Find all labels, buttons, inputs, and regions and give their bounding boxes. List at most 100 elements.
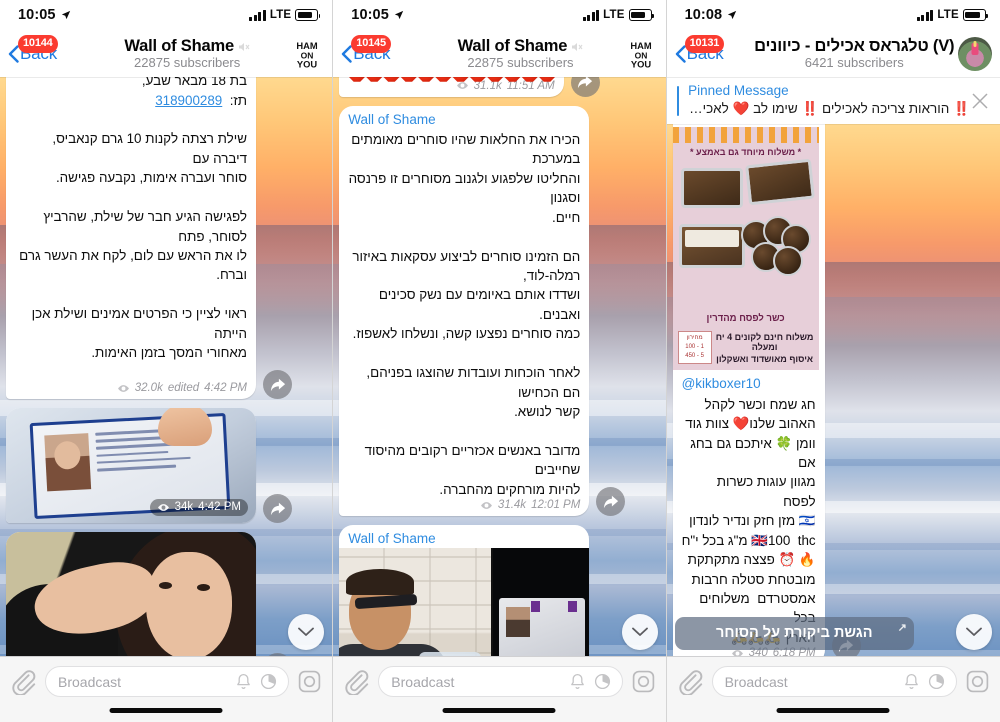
chevron-left-icon [675,44,686,63]
auto-delete-timer-icon[interactable] [927,672,946,691]
photo-text-message-bubble[interactable]: טלגראס אכילים - כיוונים... Good Women [672,50,825,665]
nav-title-group[interactable]: Wall of Shame 22875 subscribers [417,37,623,70]
status-time-group: 10:05 [18,7,71,23]
flyer-shipping: משלוח חינם לקונים 4 יח ומעלה איסוף מאושד… [715,331,814,364]
chat-avatar[interactable]: HAM ON YOU [623,36,658,71]
message-meta: 31.4k 12:01 PM [339,499,589,516]
back-button[interactable]: Back 10144 [6,34,84,64]
eye-icon [480,501,492,509]
message-time: 4:42 PM [204,382,247,395]
auto-delete-timer-icon[interactable] [259,672,278,691]
status-indicators: LTE [249,9,321,21]
message-list-2[interactable]: December 17 Wall of Shame 31.1k 11:51 AM [333,0,665,722]
forward-button[interactable] [263,494,292,524]
flyer-price-box: מחירון 1 - 100 5 - 450 [677,331,712,365]
battery-icon [628,9,654,21]
location-arrow-icon [728,10,737,20]
home-indicator [442,708,556,713]
camera-icon[interactable] [297,669,322,694]
edited-label: edited [167,382,200,395]
status-time: 10:08 [684,7,723,23]
camera-icon[interactable] [631,669,656,694]
scroll-to-bottom-button[interactable] [621,614,658,650]
auto-delete-timer-icon[interactable] [593,672,612,691]
network-label: LTE [937,9,959,21]
chat-avatar[interactable] [957,36,992,71]
forward-button[interactable] [596,487,626,517]
scroll-to-bottom-button[interactable] [955,614,992,650]
composer-bar [0,656,333,722]
bell-icon[interactable] [234,672,253,691]
paperclip-icon[interactable] [343,668,370,695]
back-button[interactable]: Back 10131 [673,34,751,64]
broadcast-input-wrap[interactable] [378,666,623,697]
bell-icon[interactable] [902,672,921,691]
message-sender: Wall of Shame [348,531,436,547]
home-indicator [109,708,223,713]
close-icon[interactable] [970,91,990,111]
chevron-left-icon [8,44,19,63]
status-time-group: 10:08 [685,7,738,23]
submit-seller-review-button[interactable]: ↗ הגשת ביקורת על הסוחר [674,617,914,650]
back-button[interactable]: Back 10145 [339,34,417,64]
broadcast-input-wrap[interactable] [711,666,957,697]
status-bar: 10:05 LTE [0,0,333,30]
shame-on-you-logo-icon: HAM ON YOU [297,40,318,69]
pinned-text: ‼️ הוראות צריכה לאכילים ‼️ שימו לב ❤️ לא… [688,101,970,117]
broadcast-input[interactable] [391,673,562,690]
muted-icon [572,42,583,51]
muted-icon [238,42,250,51]
home-indicator [776,708,890,713]
photo-meta: 34k 4:42 PM [149,499,248,517]
message-sender: Wall of Shame [348,111,436,127]
photo-message-bubble[interactable]: 34k 4:42 PM [6,408,256,524]
composer-bar [333,656,666,722]
unread-badge: 10144 [18,34,58,53]
eye-icon [456,82,468,90]
location-arrow-icon [394,10,404,20]
nav-bar: Back 10131 טלגראס אכילים - כיוונים (V) 6… [666,30,1000,77]
id-number-link[interactable]: 318900289 [155,93,222,108]
message-handle[interactable]: @kikboxer10 [673,370,825,393]
message-row: Wall of Shame הכירו את החלאות שהיו סוחרי… [333,105,665,517]
chevron-down-icon [965,627,982,636]
bell-icon[interactable] [568,672,587,691]
location-arrow-icon [61,10,70,20]
message-meta: 31.1k 11:51 AM [339,80,563,97]
pinned-body: Pinned Message ‼️ הוראות צריכה לאכילים ‼… [679,83,970,117]
paperclip-icon[interactable] [677,668,704,695]
forward-button[interactable] [263,370,292,400]
chevron-down-icon [298,627,315,636]
battery-icon [962,9,989,21]
flyer-divider [672,127,819,144]
subscriber-count: 22875 subscribers [467,55,574,70]
nav-title-group[interactable]: Wall of Shame 22875 subscribers [84,37,290,70]
paperclip-icon[interactable] [10,668,37,695]
nav-title-group[interactable]: טלגראס אכילים - כיוונים (V) 6421 subscri… [751,37,958,70]
chat-avatar[interactable]: HAM ON YOU [290,36,325,71]
forward-icon [603,495,618,508]
broadcast-input[interactable] [724,673,896,690]
message-time: 4:42 PM [198,501,241,514]
broadcast-input-wrap[interactable] [45,666,290,697]
svg-text:ON: ON [301,50,314,60]
chevron-down-icon [631,627,648,636]
nav-bar: Back 10144 Wall of Shame 22875 subscribe… [0,30,333,77]
composer-bar [666,656,1000,722]
view-count: 34k [174,501,194,514]
camera-icon[interactable] [965,669,990,694]
broadcast-input[interactable] [58,673,229,690]
message-list-1[interactable]: Wall of Shame הכירו את שילת (חנית) טוויל… [0,0,332,722]
shame-on-you-logo-icon: HAM ON YOU [630,40,651,69]
message-text: הכירו את החלאות שהיו סוחרים מאומתים במער… [348,131,581,497]
view-count: 31.4k [497,499,527,512]
message-text: חג שמח וכשר לקהל האהוב שלנו❤️ צוות גוד ו… [681,396,816,645]
chat-title: טלגראס אכילים - כיוונים (V) [754,37,955,55]
svg-text:HAM: HAM [297,40,318,50]
battery-icon [295,9,321,21]
edibles-flyer-photo: Good Women תפריט עוגות Cake Menu [672,91,819,371]
flyer-product-photos [673,159,819,310]
text-message-bubble[interactable]: Wall of Shame הכירו את החלאות שהיו סוחרי… [339,105,590,517]
phone-panel-2: 10:05 LTE Back 10145 Wall of Shame 22875 [333,0,667,722]
pinned-message-bar[interactable]: Pinned Message ‼️ הוראות צריכה לאכילים ‼… [666,77,1000,124]
